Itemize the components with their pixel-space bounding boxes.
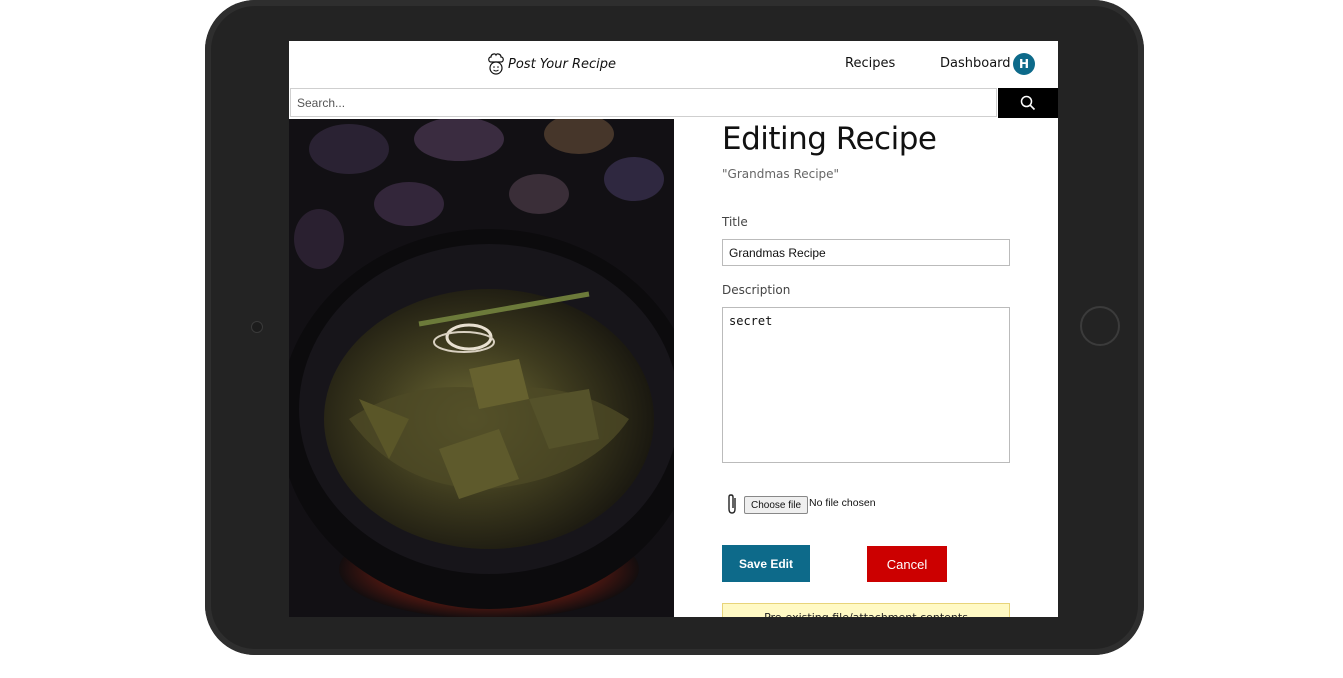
attachment-notice: Pre-existing file/attachment contents bbox=[722, 603, 1010, 617]
cancel-button[interactable]: Cancel bbox=[867, 546, 947, 582]
save-edit-button[interactable]: Save Edit bbox=[722, 545, 810, 582]
recipe-subtitle: "Grandmas Recipe" bbox=[722, 167, 840, 181]
navbar: Post Your Recipe Recipes Dashboard H bbox=[289, 41, 1058, 87]
tablet-camera bbox=[251, 321, 263, 333]
tablet-home-button[interactable] bbox=[1080, 306, 1120, 346]
food-pan-image bbox=[289, 119, 674, 617]
nav-recipes-link[interactable]: Recipes bbox=[845, 56, 895, 71]
description-field[interactable]: secret bbox=[722, 307, 1010, 463]
title-field[interactable] bbox=[722, 239, 1010, 266]
search-icon bbox=[1020, 95, 1036, 111]
paperclip-icon bbox=[728, 494, 736, 514]
chef-icon bbox=[488, 53, 504, 75]
brand-name: Post Your Recipe bbox=[508, 56, 617, 72]
search-input[interactable] bbox=[290, 88, 997, 117]
app-screen: Post Your Recipe Recipes Dashboard H Sea… bbox=[289, 41, 1058, 617]
description-label: Description bbox=[722, 283, 791, 297]
nav-dashboard-link[interactable]: Dashboard bbox=[940, 56, 1011, 71]
brand-logo[interactable]: Post Your Recipe bbox=[487, 52, 616, 76]
title-label: Title bbox=[722, 215, 748, 229]
search-button[interactable] bbox=[998, 88, 1058, 118]
choose-file-button[interactable]: Choose file bbox=[744, 496, 809, 514]
file-status: No file chosen bbox=[809, 497, 876, 509]
avatar[interactable]: H bbox=[1013, 53, 1035, 75]
recipe-photo bbox=[289, 119, 674, 617]
page-title: Editing Recipe bbox=[722, 121, 937, 157]
